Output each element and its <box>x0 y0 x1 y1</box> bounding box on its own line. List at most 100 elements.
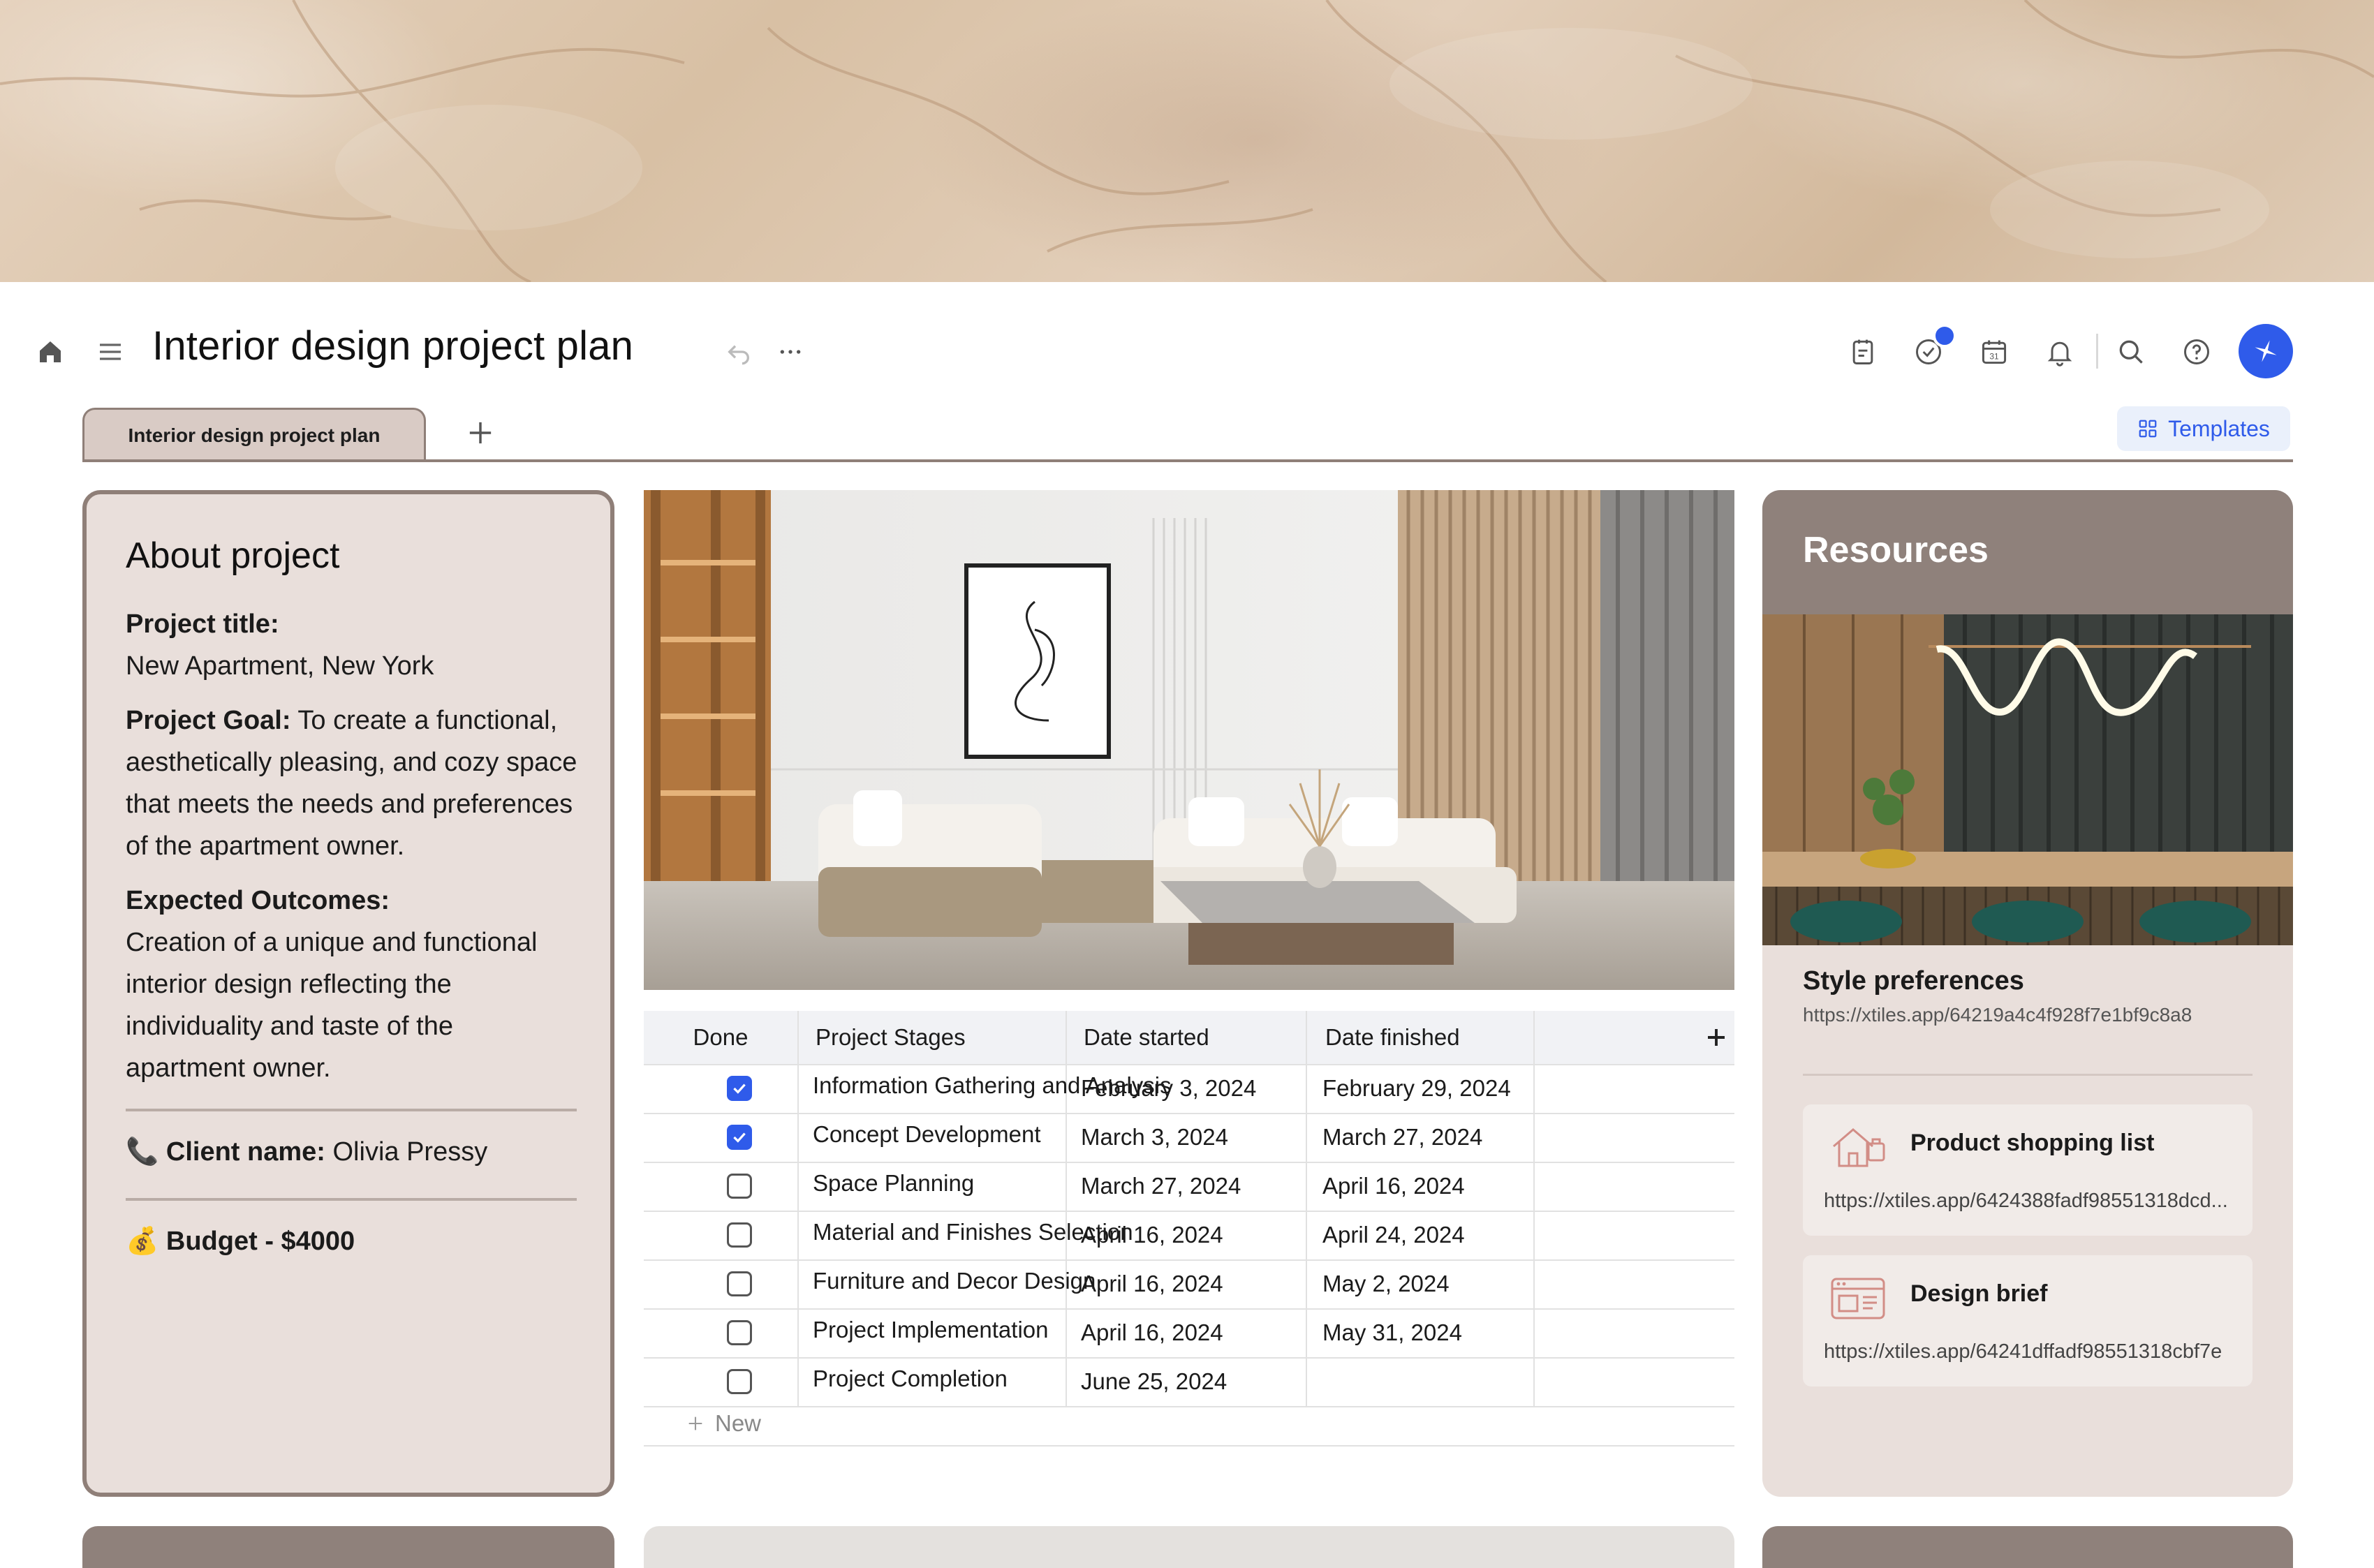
column-header-done[interactable]: Done <box>644 1011 797 1064</box>
table-row-done-cell <box>644 1357 797 1406</box>
done-checkbox[interactable] <box>727 1222 752 1248</box>
project-goal-label: Project Goal: <box>126 706 291 735</box>
menu-icon[interactable] <box>91 332 130 371</box>
sparkle-logo-icon <box>2255 340 2277 362</box>
add-new-row-button[interactable]: New <box>686 1402 761 1445</box>
templates-button[interactable]: Templates <box>2117 406 2290 451</box>
avatar[interactable] <box>2239 324 2293 378</box>
table-row-done-cell <box>644 1064 797 1113</box>
plus-icon <box>688 1417 702 1430</box>
project-goal-block: Project Goal: To create a functional, ae… <box>126 700 580 867</box>
table-row-date-started[interactable]: February 3, 2024 <box>1067 1064 1306 1113</box>
table-row-date-finished[interactable]: March 27, 2024 <box>1307 1113 1533 1162</box>
check-icon <box>733 1083 746 1094</box>
cover-image <box>0 0 2374 282</box>
client-name-block: 📞 Client name: Olivia Pressy <box>126 1131 580 1173</box>
add-tab-button[interactable] <box>462 415 499 451</box>
divider <box>1803 1074 2253 1076</box>
table-row-date-started[interactable]: April 16, 2024 <box>1067 1211 1306 1259</box>
done-checkbox[interactable] <box>727 1271 752 1296</box>
home-icon[interactable] <box>31 332 70 371</box>
done-checkbox[interactable] <box>727 1320 752 1345</box>
page-title: Interior design project plan <box>152 323 634 369</box>
resources-header: Resources <box>1762 490 2293 614</box>
expected-outcomes-value: Creation of a unique and functional inte… <box>126 928 538 1083</box>
resource-card-design-brief[interactable]: Design brief https://xtiles.app/64241dff… <box>1803 1255 2253 1386</box>
column-header-date-finished[interactable]: Date finished <box>1307 1011 1533 1064</box>
table-row-done-cell <box>644 1113 797 1162</box>
tab-interior-design-project-plan[interactable]: Interior design project plan <box>82 408 426 461</box>
more-options-icon[interactable] <box>771 332 810 371</box>
expected-outcomes-label: Expected Outcomes: <box>126 886 390 915</box>
plus-icon <box>1708 1029 1725 1046</box>
table-row-date-started[interactable]: March 3, 2024 <box>1067 1113 1306 1162</box>
resource-card-product-shopping-list[interactable]: Product shopping list https://xtiles.app… <box>1803 1104 2253 1236</box>
project-title-label: Project title: <box>126 609 279 639</box>
table-row-stage[interactable]: Space Planning <box>799 1159 1066 1208</box>
done-checkbox[interactable] <box>727 1369 752 1394</box>
help-icon[interactable] <box>2177 332 2216 371</box>
resource-card-link[interactable]: https://xtiles.app/64241dffadf98551318cb… <box>1824 1340 2222 1363</box>
row-divider <box>644 1406 1734 1407</box>
divider <box>126 1109 577 1111</box>
table-row-stage[interactable]: Furniture and Decor Design <box>799 1257 1096 1306</box>
living-room-image <box>644 490 1734 990</box>
project-title-value: New Apartment, New York <box>126 651 434 681</box>
table-row-date-finished[interactable]: May 31, 2024 <box>1307 1308 1533 1357</box>
money-bag-icon: 💰 <box>126 1227 159 1256</box>
notes-icon[interactable] <box>1843 332 1882 371</box>
client-name-value: Olivia Pressy <box>332 1137 488 1167</box>
bottom-card-center <box>644 1526 1734 1568</box>
table-row-date-started[interactable]: March 27, 2024 <box>1067 1162 1306 1211</box>
notification-dot <box>1933 324 1956 348</box>
table-row-stage[interactable]: Material and Finishes Selection <box>799 1208 1133 1257</box>
table-row-stage[interactable]: Concept Development <box>799 1110 1066 1159</box>
add-column-button[interactable] <box>1704 1025 1729 1050</box>
column-header-date-started[interactable]: Date started <box>1067 1011 1306 1064</box>
resource-card-title: Product shopping list <box>1910 1130 2155 1156</box>
table-row-stage[interactable]: Project Implementation <box>799 1306 1066 1354</box>
calendar-icon[interactable]: 31 <box>1975 332 2014 371</box>
table-row-stage[interactable]: Information Gathering and Analysis <box>799 1061 1172 1110</box>
done-checkbox[interactable] <box>727 1174 752 1199</box>
resource-card-title: Design brief <box>1910 1280 2048 1307</box>
done-checkbox[interactable] <box>727 1076 752 1101</box>
undo-icon[interactable] <box>719 332 758 371</box>
templates-label: Templates <box>2168 415 2270 441</box>
column-header-project-stages[interactable]: Project Stages <box>799 1011 1066 1064</box>
table-row-date-finished[interactable]: February 29, 2024 <box>1307 1064 1533 1113</box>
table-row-date-started[interactable]: June 25, 2024 <box>1067 1357 1306 1406</box>
style-preferences-label: Style preferences <box>1803 966 2024 996</box>
table-row-date-finished[interactable]: May 2, 2024 <box>1307 1259 1533 1308</box>
table-row-date-finished[interactable]: April 24, 2024 <box>1307 1211 1533 1259</box>
style-preferences-link[interactable]: https://xtiles.app/64219a4c4f928f7e1bf9c… <box>1803 1004 2192 1026</box>
bottom-card-left <box>82 1526 614 1568</box>
expected-outcomes-block: Expected Outcomes: Creation of a unique … <box>126 880 580 1089</box>
row-divider <box>644 1445 1734 1447</box>
budget-block: 💰 Budget - $4000 <box>126 1220 580 1262</box>
resources-heading: Resources <box>1803 530 1989 570</box>
table-row-date-started[interactable]: April 16, 2024 <box>1067 1259 1306 1308</box>
header-divider <box>2096 334 2098 369</box>
table-row-date-finished[interactable] <box>1307 1357 1533 1406</box>
table-row-date-finished[interactable]: April 16, 2024 <box>1307 1162 1533 1211</box>
new-row-label: New <box>715 1410 762 1436</box>
project-title-block: Project title: New Apartment, New York <box>126 603 580 687</box>
browser-sketch-icon <box>1828 1273 1888 1322</box>
table-row-done-cell <box>644 1259 797 1308</box>
resource-card-link[interactable]: https://xtiles.app/6424388fadf98551318dc… <box>1824 1190 2228 1213</box>
done-checkbox[interactable] <box>727 1125 752 1150</box>
search-icon[interactable] <box>2111 332 2151 371</box>
bottom-card-right <box>1762 1526 2293 1568</box>
resources-card: Resources Style preferences https://xtil… <box>1762 490 2293 1497</box>
table-row-date-started[interactable]: April 16, 2024 <box>1067 1308 1306 1357</box>
check-icon <box>733 1132 746 1143</box>
svg-text:31: 31 <box>1989 351 1999 361</box>
col-divider <box>1533 1011 1535 1406</box>
plus-icon <box>469 422 492 444</box>
about-project-card: About project Project title: New Apartme… <box>82 490 614 1497</box>
table-row-stage[interactable]: Project Completion <box>799 1354 1066 1403</box>
grid-icon <box>2139 420 2157 438</box>
budget-label: Budget - $4000 <box>165 1227 355 1256</box>
bell-icon[interactable] <box>2040 332 2079 371</box>
